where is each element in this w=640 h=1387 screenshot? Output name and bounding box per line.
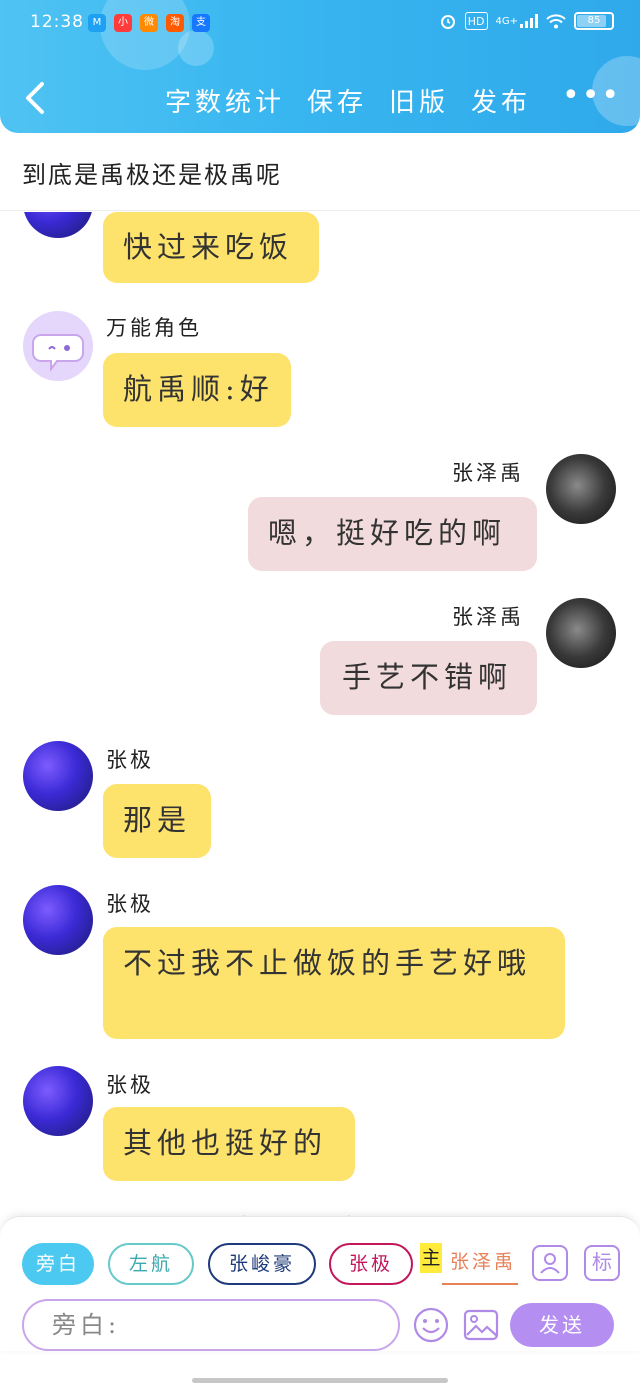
chip-narration[interactable]: 旁白	[22, 1243, 94, 1285]
publish-button[interactable]: 发布	[471, 82, 531, 119]
message-bubble[interactable]: 快过来吃饭	[103, 212, 319, 283]
image-icon	[463, 1309, 499, 1341]
signal-icon: 4G+	[495, 12, 538, 30]
avatar-universal-role[interactable]	[23, 311, 93, 381]
tag-button[interactable]: 标	[584, 1245, 620, 1281]
hd-icon: HD	[464, 12, 488, 30]
person-icon	[540, 1253, 560, 1274]
avatar-zhangzeyu[interactable]	[546, 454, 616, 524]
avatar-zhangji[interactable]	[23, 1066, 93, 1136]
status-app-icons: M 小 微 淘 支	[88, 14, 210, 32]
avatar-zhangzeyu[interactable]	[546, 598, 616, 668]
app-icon-2: 小	[114, 14, 132, 32]
battery-level: 85	[587, 15, 601, 26]
app-icon-3: 微	[140, 14, 158, 32]
old-version-button[interactable]: 旧版	[389, 82, 449, 119]
word-count-button[interactable]: 字数统计	[165, 82, 285, 119]
story-title[interactable]: 到底是禹极还是极禹呢	[22, 155, 282, 190]
battery-icon: 85	[574, 12, 614, 30]
chevron-left-icon	[26, 82, 44, 114]
back-button[interactable]	[20, 78, 52, 118]
message-item[interactable]: 张极 其他也挺好的	[0, 1065, 640, 1195]
home-indicator[interactable]	[192, 1378, 448, 1383]
status-bar: 12:38 M 小 微 淘 支 HD 4G+ 85	[0, 0, 640, 48]
alarm-icon	[439, 12, 457, 30]
app-icon-5: 支	[192, 14, 210, 32]
nav-bar: 字数统计 保存 旧版 发布 •••	[0, 70, 640, 126]
speaker-name: 张极	[106, 892, 154, 916]
story-title-bar: 到底是禹极还是极禹呢	[0, 133, 640, 211]
speaker-name: 张泽禹	[452, 605, 524, 629]
message-bubble[interactable]: 嗯，挺好吃的啊	[248, 497, 537, 571]
composer-panel: 旁白 左航 张峻豪 张极 张泽禹 主 标 旁白: 发送	[0, 1216, 640, 1351]
emoji-button[interactable]	[412, 1306, 450, 1344]
chip-zuohang[interactable]: 左航	[108, 1243, 194, 1285]
avatar-zhangji[interactable]	[23, 885, 93, 955]
save-button[interactable]: 保存	[307, 82, 367, 119]
app-icon-1: M	[88, 14, 106, 32]
smile-icon	[413, 1307, 449, 1343]
speaker-name: 张极	[106, 1073, 154, 1097]
speaker-name: 张泽禹	[452, 461, 524, 485]
chip-zhangjunhao[interactable]: 张峻豪	[208, 1243, 316, 1285]
message-item[interactable]: 万能角色 航禹顺:好	[0, 308, 640, 438]
message-item[interactable]: 张泽禹 手艺不错啊	[0, 596, 640, 726]
message-item[interactable]: 张极 不过我不止做饭的手艺好哦	[0, 884, 640, 1054]
image-button[interactable]	[462, 1306, 500, 1344]
message-bubble[interactable]: 航禹顺:好	[103, 353, 291, 427]
message-bubble[interactable]: 手艺不错啊	[320, 641, 537, 715]
wifi-icon	[546, 12, 566, 30]
message-input[interactable]: 旁白:	[22, 1299, 400, 1351]
chat-bubble-icon	[32, 334, 84, 372]
message-bubble[interactable]: 不过我不止做饭的手艺好哦	[103, 927, 565, 1039]
app-icon-4: 淘	[166, 14, 184, 32]
nav-actions: 字数统计 保存 旧版 发布	[165, 82, 531, 119]
chip-zhangji[interactable]: 张极	[329, 1243, 413, 1285]
more-button[interactable]: •••	[562, 81, 621, 111]
app-header: 12:38 M 小 微 淘 支 HD 4G+ 85 字数统计 保存 旧版 发布 …	[0, 0, 640, 133]
message-item[interactable]: 张泽禹 嗯，挺好吃的啊	[0, 452, 640, 582]
message-bubble[interactable]: 那是	[103, 784, 211, 858]
main-role-badge: 主	[420, 1243, 442, 1273]
avatar-zhangji[interactable]	[23, 741, 93, 811]
speaker-name: 张极	[106, 748, 154, 772]
chip-underline	[442, 1283, 518, 1285]
message-item[interactable]: 张极 那是	[0, 740, 640, 870]
speaker-name: 万能角色	[106, 316, 202, 340]
send-button[interactable]: 发送	[510, 1303, 614, 1347]
status-time: 12:38	[30, 12, 84, 32]
avatar-zhangji[interactable]	[23, 212, 93, 238]
message-item[interactable]: 快过来吃饭	[0, 212, 640, 292]
status-right: HD 4G+ 85	[439, 12, 614, 30]
network-label: 4G+	[495, 15, 519, 27]
role-manage-button[interactable]	[532, 1245, 568, 1281]
message-bubble[interactable]: 其他也挺好的	[103, 1107, 355, 1181]
chat-list[interactable]: 快过来吃饭 万能角色 航禹顺:好 张泽禹 嗯，挺好吃的啊 张泽禹 手艺不错啊 张…	[0, 212, 640, 1222]
